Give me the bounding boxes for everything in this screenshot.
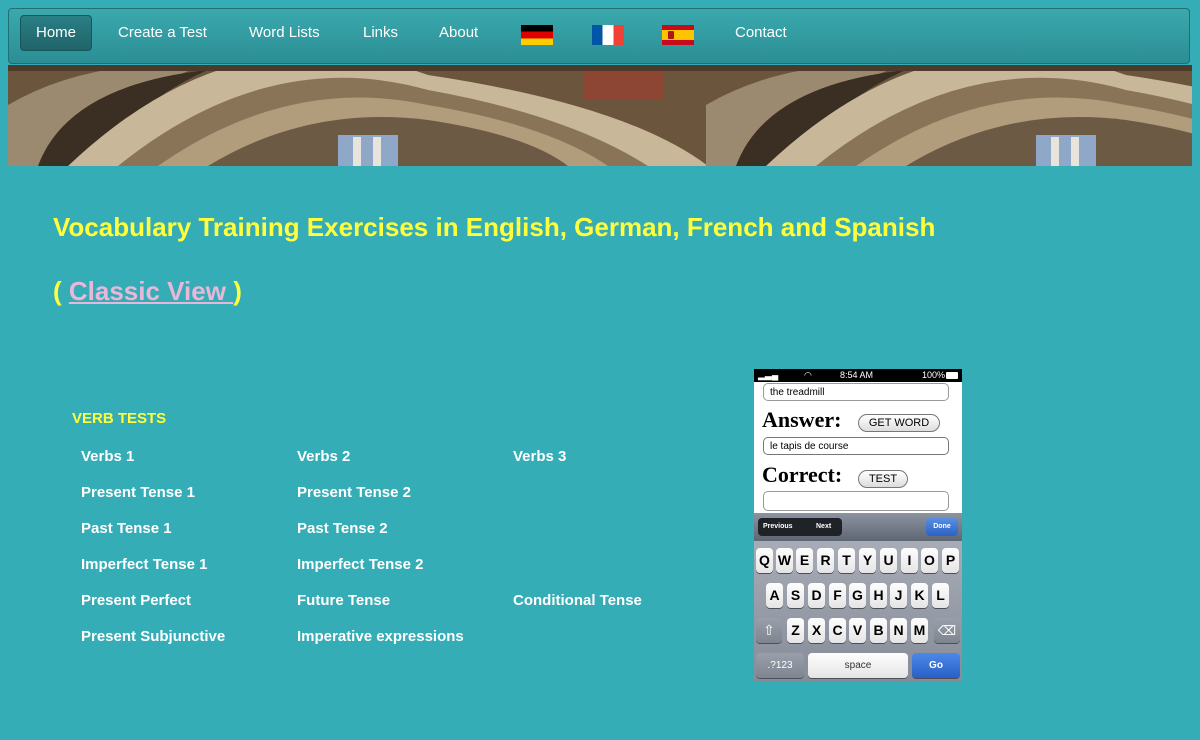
done-button: Done [926,518,958,536]
test-link-present-tense-2[interactable]: Present Tense 2 [297,484,411,501]
key-o: O [921,548,938,573]
test-link-verbs-1[interactable]: Verbs 1 [81,448,134,465]
nav-home[interactable]: Home [20,15,93,51]
key-c: C [829,618,846,643]
nav-about[interactable]: About [439,9,478,63]
top-navbar: Home Create a Test Word Lists Links Abou… [8,8,1190,64]
signal-icon: ▂▃▄ [758,370,779,380]
key-i: I [901,548,918,573]
classic-view-line: ( Classic View ) [53,274,242,308]
key-y: Y [859,548,876,573]
nav-word-lists[interactable]: Word Lists [249,9,320,63]
wifi-icon: ◠ [804,370,812,380]
battery-level: 100% [922,370,946,380]
test-link-present-tense-1[interactable]: Present Tense 1 [81,484,195,501]
key-g: G [849,583,866,608]
key-m: M [911,618,928,643]
key-k: K [911,583,928,608]
status-time: 8:54 AM [840,370,874,380]
numbers-key: .?123 [756,653,804,678]
prev-next-control: Previous Next [758,518,842,536]
key-w: W [776,548,793,573]
test-link-verbs-2[interactable]: Verbs 2 [297,448,350,465]
test-link-imperative-expressions[interactable]: Imperative expressions [297,628,464,645]
key-j: J [890,583,907,608]
key-b: B [870,618,887,643]
test-link-past-tense-2[interactable]: Past Tense 2 [297,520,388,537]
answer-label: Answer: [762,407,842,432]
key-s: S [787,583,804,608]
test-link-present-subjunctive[interactable]: Present Subjunctive [81,628,225,645]
page-title: Vocabulary Training Exercises in English… [53,212,936,242]
correct-field [763,491,949,511]
banner-image-right [706,65,1192,166]
previous-button: Previous [763,523,793,530]
key-h: H [870,583,887,608]
test-link-future-tense[interactable]: Future Tense [297,592,390,609]
test-button: TEST [858,470,908,488]
key-x: X [808,618,825,643]
banner-image-left [8,65,706,166]
go-key: Go [912,653,960,678]
spanish-flag-icon[interactable] [662,25,694,45]
test-link-present-perfect[interactable]: Present Perfect [81,592,191,609]
key-u: U [880,548,897,573]
key-d: D [808,583,825,608]
nav-contact[interactable]: Contact [735,9,787,63]
question-field: the treadmill [763,383,949,401]
test-link-imperfect-tense-2[interactable]: Imperfect Tense 2 [297,556,423,573]
test-link-past-tense-1[interactable]: Past Tense 1 [81,520,172,537]
verb-tests-heading: VERB TESTS [72,410,167,427]
shift-key-icon: ⇧ [756,618,782,643]
key-r: R [817,548,834,573]
next-button: Next [816,523,832,530]
paren-close: ) [233,276,242,306]
key-f: F [829,583,846,608]
phone-app-screenshot: ▂▃▄ ◠ 8:54 AM 100% the treadmill Answer:… [754,369,962,681]
key-v: V [849,618,866,643]
german-flag-icon[interactable] [521,25,553,45]
correct-label: Correct: [762,462,843,487]
get-word-button: GET WORD [858,414,940,432]
test-link-imperfect-tense-1[interactable]: Imperfect Tense 1 [81,556,207,573]
keyboard-accessory-bar: Previous Next Done [754,513,962,541]
answer-field: le tapis de course [763,437,949,455]
header-banner [8,65,1192,166]
backspace-key-icon: ⌫ [934,618,960,643]
key-e: E [796,548,813,573]
key-z: Z [787,618,804,643]
key-t: T [838,548,855,573]
battery-icon [946,372,958,379]
space-key: space [808,653,908,678]
key-a: A [766,583,783,608]
test-link-verbs-3[interactable]: Verbs 3 [513,448,566,465]
french-flag-icon[interactable] [592,25,624,45]
test-link-conditional-tense[interactable]: Conditional Tense [513,592,642,609]
onscreen-keyboard: Q W E R T Y U I O P A S D F G H J K L ⇧ … [754,541,962,681]
nav-create-test[interactable]: Create a Test [118,9,207,63]
phone-status-bar: ▂▃▄ ◠ 8:54 AM 100% [754,369,962,382]
nav-links[interactable]: Links [363,9,398,63]
key-l: L [932,583,949,608]
key-q: Q [756,548,773,573]
key-n: N [890,618,907,643]
paren-open: ( [53,276,69,306]
classic-view-link[interactable]: Classic View [69,276,233,306]
key-p: P [942,548,959,573]
